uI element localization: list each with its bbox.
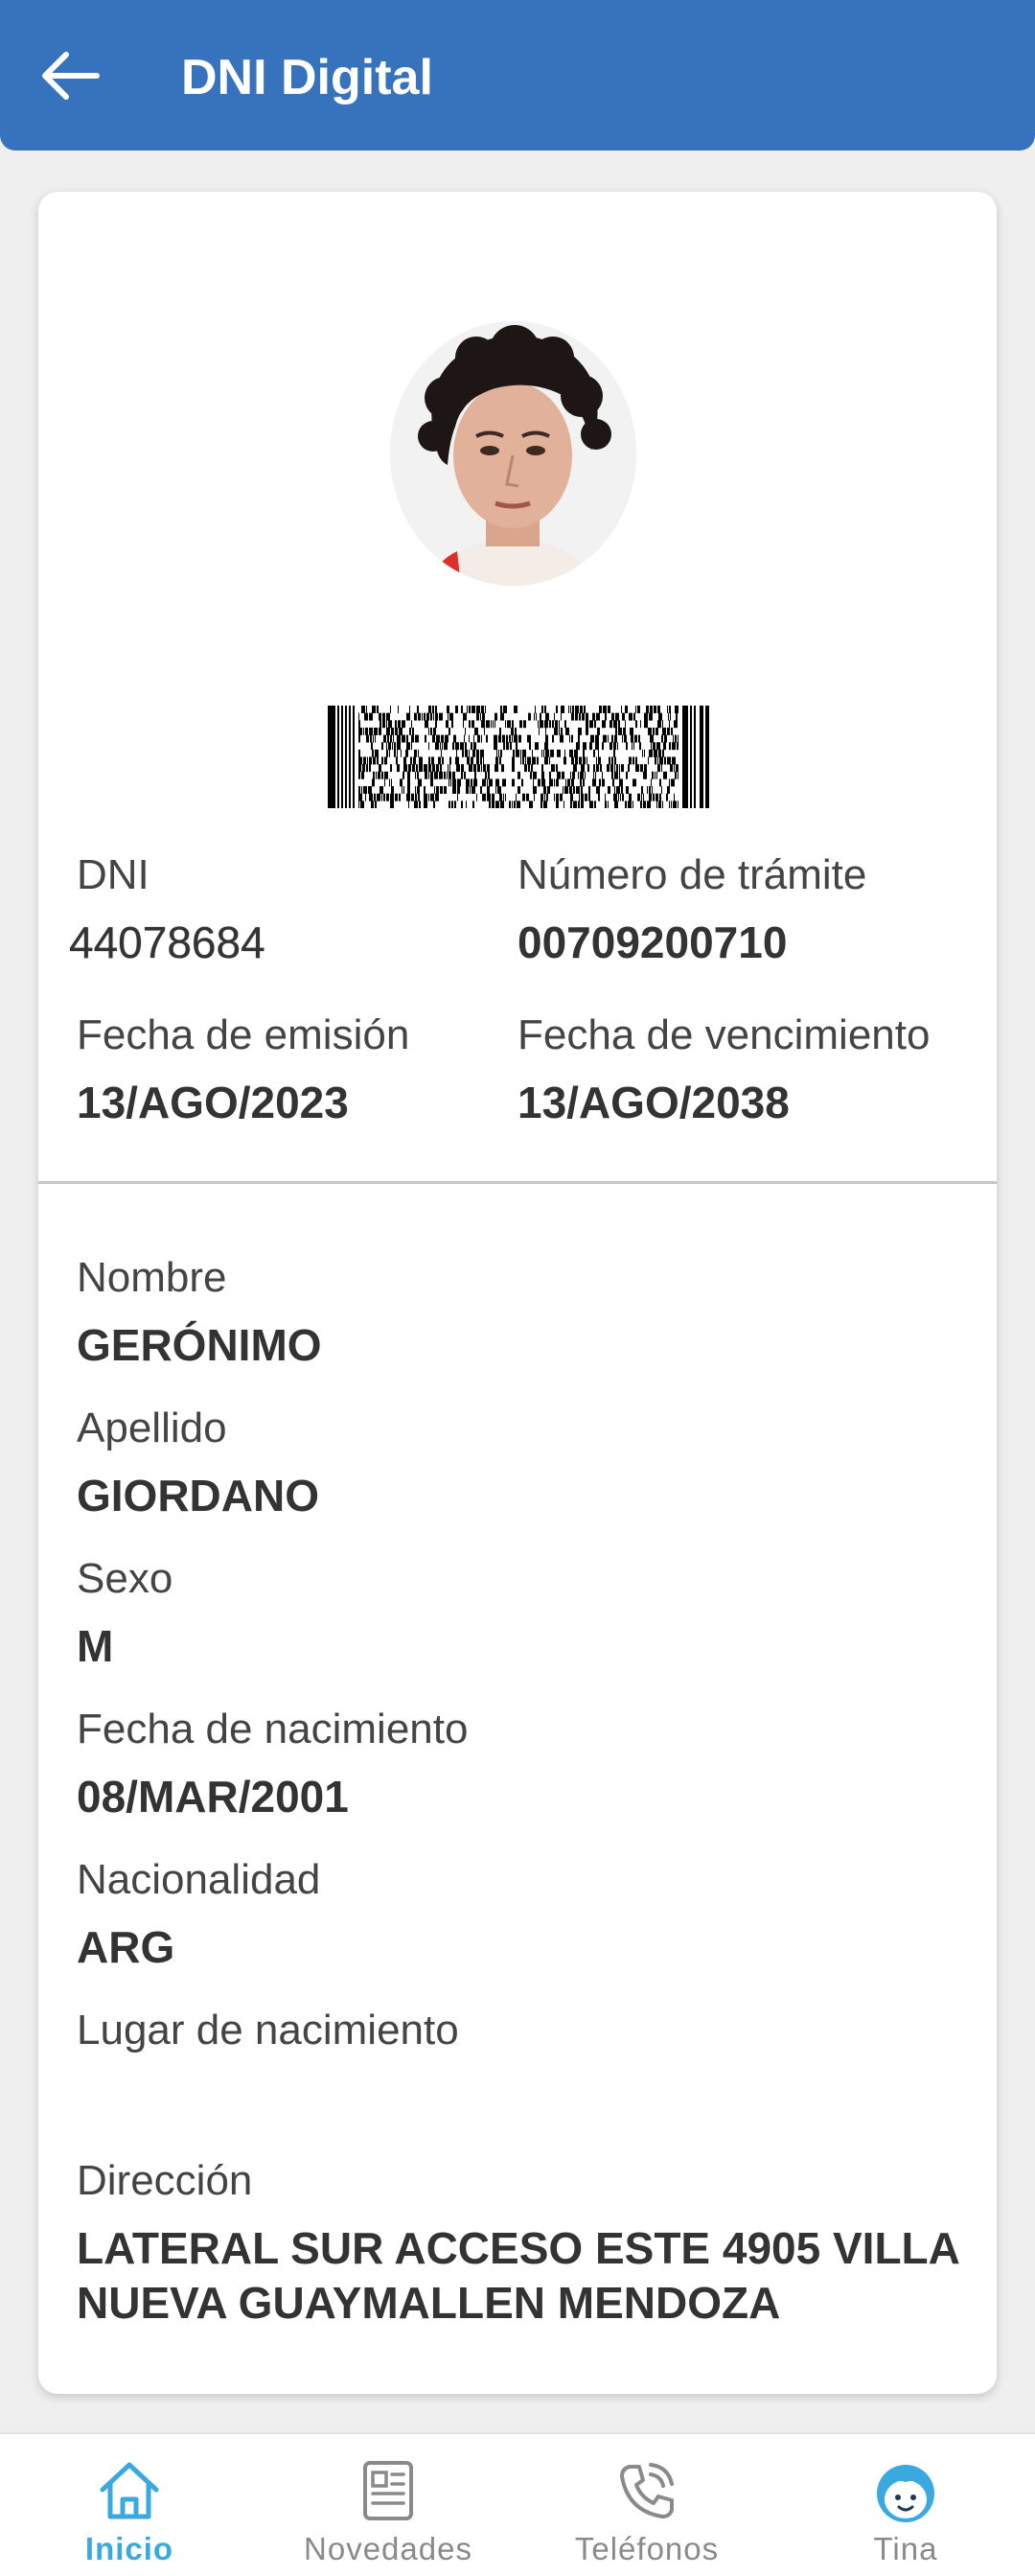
nacimiento-value: 08/MAR/2001 <box>77 1772 349 1822</box>
nav-item-novedades[interactable]: Novedades <box>259 2434 518 2576</box>
dni-label: DNI <box>77 851 150 898</box>
sexo-value: M <box>77 1621 114 1671</box>
vencimiento-label: Fecha de vencimiento <box>518 1011 931 1058</box>
nav-label-telefonos: Teléfonos <box>574 2531 720 2566</box>
direccion-label: Dirección <box>77 2157 253 2204</box>
portrait-photo <box>390 321 636 586</box>
vencimiento-value: 13/AGO/2038 <box>518 1078 790 1127</box>
divider <box>38 1181 997 1184</box>
tina-avatar-icon <box>877 2465 934 2522</box>
nav-label-inicio: Inicio <box>84 2531 174 2566</box>
nacimiento-label: Fecha de nacimiento <box>77 1706 469 1752</box>
nacionalidad-value: ARG <box>77 1922 175 1972</box>
direccion-line1: LATERAL SUR ACCESO ESTE 4905 VILLA <box>77 2223 960 2273</box>
direccion-line2: NUEVA GUAYMALLEN MENDOZA <box>77 2278 781 2328</box>
emision-label: Fecha de emisión <box>77 1011 410 1058</box>
nombre-label: Nombre <box>77 1254 227 1301</box>
nav-label-novedades: Novedades <box>304 2531 472 2566</box>
apellido-label: Apellido <box>77 1404 227 1451</box>
app-bar: DNI Digital <box>0 0 1035 151</box>
phone-icon <box>620 2463 674 2518</box>
nav-item-inicio[interactable]: Inicio <box>0 2434 259 2576</box>
page-title: DNI Digital <box>181 50 433 105</box>
emision-value: 13/AGO/2023 <box>77 1078 349 1127</box>
arrow-left-icon <box>42 52 100 100</box>
home-icon <box>100 2462 159 2519</box>
dni-value: 44078684 <box>69 917 265 967</box>
nombre-value: GERÓNIMO <box>77 1320 322 1370</box>
apellido-value: GIORDANO <box>77 1471 319 1520</box>
nav-item-telefonos[interactable]: Teléfonos <box>518 2434 776 2576</box>
bottom-nav: Inicio Novedades Teléfonos Tina <box>0 2432 1035 2576</box>
newspaper-icon <box>363 2461 413 2520</box>
nav-item-tina[interactable]: Tina <box>776 2434 1035 2576</box>
sexo-label: Sexo <box>77 1555 173 1602</box>
dni-card: DNI 44078684 Número de trámite 007092007… <box>38 192 997 2394</box>
back-button[interactable] <box>36 42 104 109</box>
tramite-value: 00709200710 <box>518 917 788 967</box>
pdf417-barcode <box>328 706 709 809</box>
nav-label-tina: Tina <box>873 2531 938 2566</box>
tramite-label: Número de trámite <box>518 851 867 898</box>
nacionalidad-label: Nacionalidad <box>77 1856 321 1903</box>
lugar-label: Lugar de nacimiento <box>77 2007 459 2054</box>
